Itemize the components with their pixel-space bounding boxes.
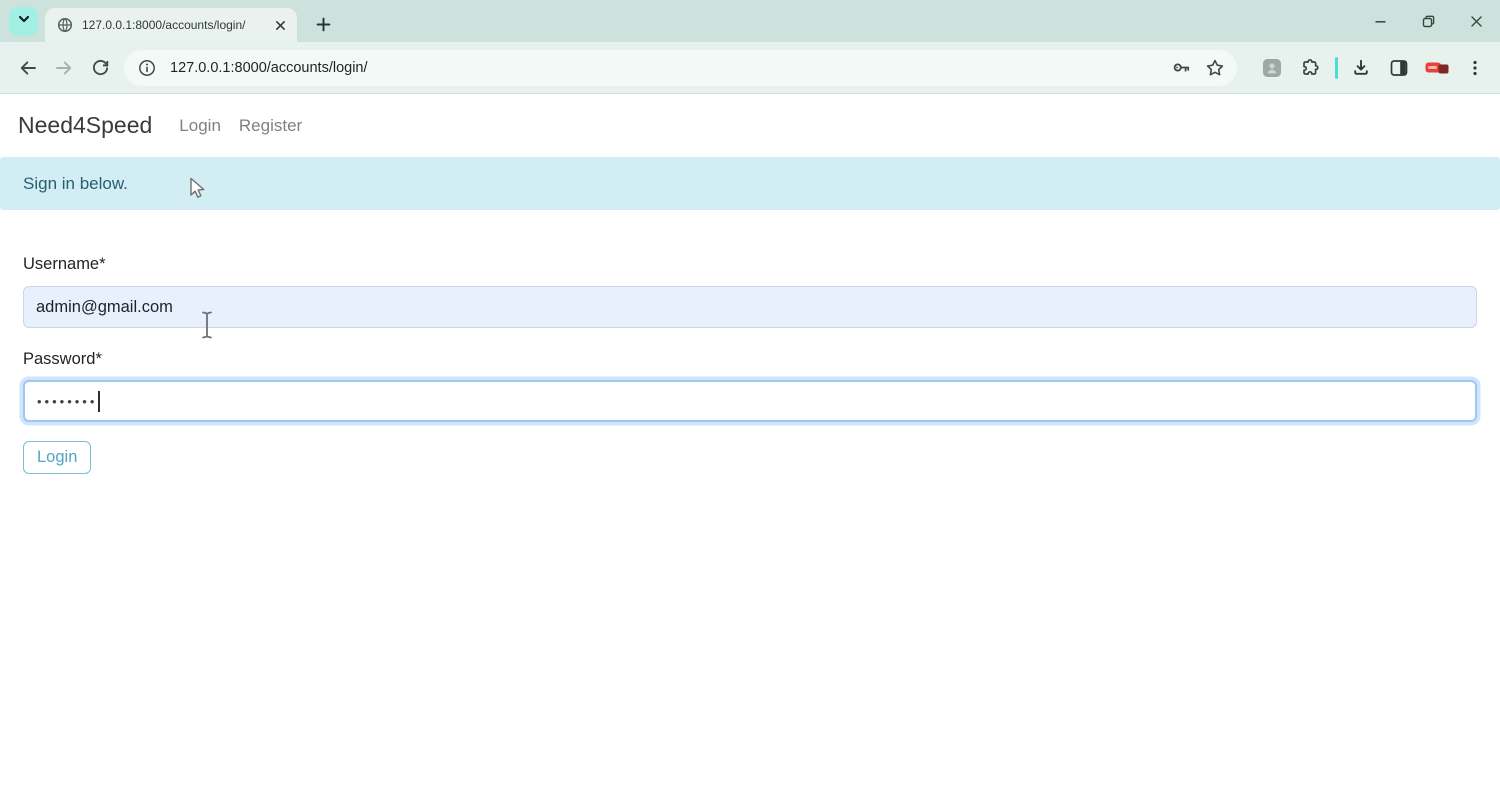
- text-caret: [98, 390, 101, 412]
- side-panel-icon: [1389, 58, 1409, 78]
- page-body: Need4Speed Login Register Sign in below.…: [0, 94, 1500, 788]
- puzzle-icon: [1300, 58, 1320, 78]
- refresh-button[interactable]: [82, 50, 118, 86]
- address-bar[interactable]: 127.0.0.1:8000/accounts/login/: [124, 49, 1237, 86]
- new-tab-icon: [316, 17, 331, 32]
- username-input[interactable]: [23, 286, 1477, 328]
- tab-strip: 127.0.0.1:8000/accounts/login/: [0, 0, 1500, 42]
- star-icon: [1205, 58, 1225, 78]
- chevron-down-icon: [17, 12, 31, 31]
- url-text[interactable]: 127.0.0.1:8000/accounts/login/: [170, 60, 1161, 76]
- menu-dots-icon: [1467, 59, 1483, 77]
- extension-avatar-icon: [1262, 58, 1282, 78]
- side-panel-button[interactable]: [1384, 53, 1414, 83]
- password-input[interactable]: ••••••••: [23, 380, 1477, 422]
- window-controls: [1356, 0, 1500, 42]
- forward-icon: [54, 58, 74, 78]
- restore-button[interactable]: [1404, 0, 1452, 42]
- browser-toolbar: 127.0.0.1:8000/accounts/login/: [0, 42, 1500, 94]
- password-label: Password*: [23, 350, 102, 368]
- alert-message: Sign in below.: [23, 173, 128, 193]
- minimize-button[interactable]: [1356, 0, 1404, 42]
- extension-badge-button[interactable]: [1422, 53, 1452, 83]
- new-tab-button[interactable]: [309, 10, 337, 38]
- profile-extension-button[interactable]: [1257, 53, 1287, 83]
- restore-icon: [1422, 15, 1435, 28]
- login-form: Username* Password* •••••••• Login: [0, 255, 1500, 474]
- browser-tab[interactable]: 127.0.0.1:8000/accounts/login/: [45, 8, 297, 42]
- tab-title: 127.0.0.1:8000/accounts/login/: [82, 18, 246, 32]
- brand-link[interactable]: Need4Speed: [18, 112, 152, 139]
- toolbar-separator: [1335, 56, 1338, 79]
- site-info-button[interactable]: [133, 54, 161, 82]
- forward-button[interactable]: [46, 50, 82, 86]
- download-icon: [1351, 58, 1371, 78]
- login-button[interactable]: Login: [23, 441, 92, 474]
- close-tab-icon[interactable]: [271, 16, 289, 34]
- back-icon: [18, 58, 38, 78]
- close-window-button[interactable]: [1452, 0, 1500, 42]
- downloads-button[interactable]: [1346, 53, 1376, 83]
- info-alert: Sign in below.: [0, 157, 1500, 210]
- toolbar-right-icons: [1249, 53, 1490, 83]
- info-icon: [138, 59, 156, 77]
- back-button[interactable]: [10, 50, 46, 86]
- globe-favicon-icon: [57, 17, 73, 33]
- username-label: Username*: [23, 255, 106, 273]
- site-navbar: Need4Speed Login Register: [0, 94, 1500, 157]
- tab-search-button[interactable]: [9, 7, 38, 36]
- extensions-button[interactable]: [1295, 53, 1325, 83]
- nav-link-login[interactable]: Login: [179, 116, 221, 136]
- password-manager-button[interactable]: [1167, 54, 1195, 82]
- key-icon: [1171, 57, 1192, 78]
- extension-badge-icon: [1425, 61, 1449, 75]
- refresh-icon: [91, 58, 110, 77]
- bookmark-button[interactable]: [1201, 54, 1229, 82]
- browser-menu-button[interactable]: [1460, 53, 1490, 83]
- close-window-icon: [1470, 15, 1483, 28]
- nav-link-register[interactable]: Register: [239, 116, 302, 136]
- minimize-icon: [1374, 15, 1387, 28]
- password-masked-value: ••••••••: [37, 393, 98, 409]
